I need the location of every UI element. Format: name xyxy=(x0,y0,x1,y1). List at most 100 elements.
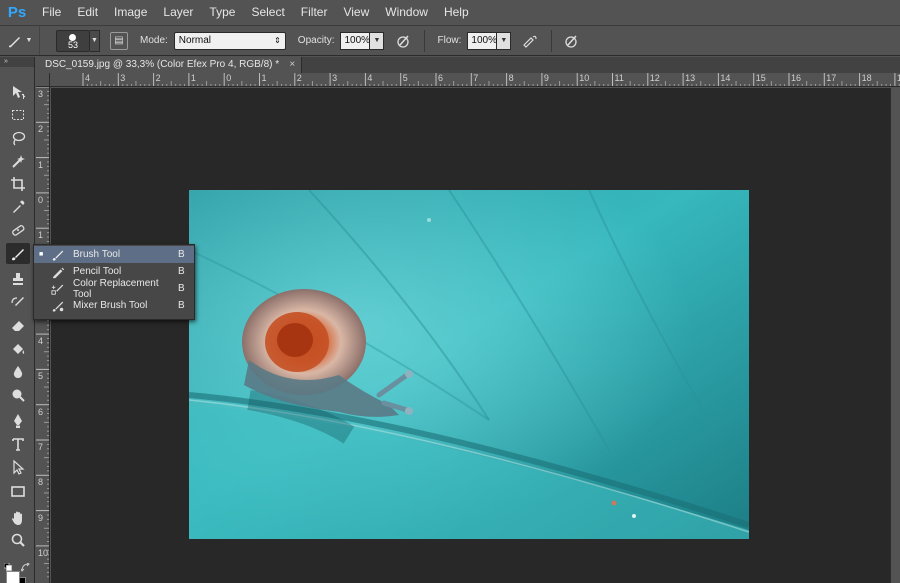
flyout-item-color-replacement-tool[interactable]: Color Replacement Tool B xyxy=(34,278,194,300)
path-selection-icon[interactable] xyxy=(6,456,30,477)
zoom-tool-icon[interactable] xyxy=(6,529,30,550)
flyout-item-brush-tool[interactable]: ■ Brush Tool B xyxy=(34,246,194,263)
ruler-label: 17 xyxy=(826,73,837,83)
healing-brush-icon[interactable] xyxy=(6,219,30,240)
type-tool-icon[interactable] xyxy=(6,433,30,454)
paint-bucket-icon[interactable] xyxy=(6,338,30,359)
flow-field[interactable]: 100% xyxy=(467,31,498,50)
menu-select[interactable]: Select xyxy=(243,0,292,25)
vertical-ruler[interactable]: 321012345678910 xyxy=(36,87,50,583)
default-colors-icon[interactable] xyxy=(4,563,12,571)
ruler-origin[interactable] xyxy=(36,73,50,87)
ruler-label: 1 xyxy=(190,73,196,83)
dodge-tool-icon[interactable] xyxy=(6,384,30,405)
airbrush-icon[interactable] xyxy=(521,32,539,50)
blur-tool-icon[interactable] xyxy=(6,361,30,382)
flyout-label: Brush Tool xyxy=(73,249,121,260)
menu-help[interactable]: Help xyxy=(436,0,477,25)
magic-wand-icon[interactable] xyxy=(6,150,30,171)
flyout-shortcut: B xyxy=(178,249,185,260)
hand-tool-icon[interactable] xyxy=(6,507,30,528)
flyout-label: Mixer Brush Tool xyxy=(73,300,148,311)
ruler-label: 3 xyxy=(120,73,126,83)
menu-view[interactable]: View xyxy=(335,0,377,25)
flyout-shortcut: B xyxy=(178,300,185,311)
ruler-label: 12 xyxy=(649,73,660,83)
opacity-label: Opacity: xyxy=(297,35,335,46)
mode-value: Normal xyxy=(178,35,212,46)
lasso-tool-icon[interactable] xyxy=(6,127,30,148)
tool-preset-picker[interactable]: ▼ xyxy=(0,26,40,55)
ruler-label: 1 xyxy=(261,73,267,83)
ruler-label: 14 xyxy=(720,73,731,83)
ruler-label: 0 xyxy=(226,73,232,83)
history-brush-icon[interactable] xyxy=(6,291,30,312)
pencil-icon xyxy=(49,265,67,279)
swap-colors-icon[interactable] xyxy=(21,563,30,572)
ruler-label: 16 xyxy=(791,73,802,83)
eyedropper-icon[interactable] xyxy=(6,196,30,217)
menu-filter[interactable]: Filter xyxy=(293,0,336,25)
updown-arrow-icon: ⇕ xyxy=(274,36,281,45)
pressure-opacity-icon[interactable] xyxy=(394,32,412,50)
brush-tool-flyout: ■ Brush Tool B Pencil Tool B Color Repla… xyxy=(33,244,195,320)
mode-label: Mode: xyxy=(140,35,168,46)
menu-layer[interactable]: Layer xyxy=(155,0,201,25)
ruler-label: 10 xyxy=(579,73,590,83)
menu-image[interactable]: Image xyxy=(106,0,155,25)
brush-icon xyxy=(49,248,67,262)
menu-window[interactable]: Window xyxy=(377,0,436,25)
ruler-label: 8 xyxy=(38,477,44,488)
ruler-label: 1 xyxy=(38,230,44,241)
brush-icon xyxy=(8,36,20,47)
brush-tool-icon[interactable] xyxy=(6,243,30,264)
opacity-slider-toggle[interactable]: ▼ xyxy=(370,31,385,50)
horizontal-ruler[interactable]: 4321012345678910111213141516171819202122 xyxy=(50,73,900,87)
clone-stamp-icon[interactable] xyxy=(6,268,30,289)
ruler-label: 8 xyxy=(508,73,514,83)
pressure-size-icon[interactable] xyxy=(562,32,580,50)
ruler-label: 2 xyxy=(38,124,44,135)
flyout-item-mixer-brush-tool[interactable]: Mixer Brush Tool B xyxy=(34,297,194,314)
photoshop-logo: Ps xyxy=(7,4,27,21)
ruler-label: 3 xyxy=(332,73,338,83)
document-image[interactable] xyxy=(189,190,749,539)
separator xyxy=(424,29,426,52)
mixer-brush-icon xyxy=(49,299,67,313)
ruler-label: 13 xyxy=(685,73,696,83)
toggle-brush-panel-icon[interactable]: ▤ xyxy=(110,31,128,50)
move-tool-icon[interactable] xyxy=(6,81,30,102)
rectangle-tool-icon[interactable] xyxy=(6,480,30,501)
marquee-tool-icon[interactable] xyxy=(6,104,30,125)
flyout-shortcut: B xyxy=(178,283,185,294)
ruler-label: 1 xyxy=(38,159,44,170)
pen-tool-icon[interactable] xyxy=(6,410,30,431)
flyout-shortcut: B xyxy=(178,266,185,277)
menu-file[interactable]: File xyxy=(34,0,69,25)
brush-tip-icon xyxy=(69,33,76,41)
ruler-label: 3 xyxy=(38,89,44,99)
flow-slider-toggle[interactable]: ▼ xyxy=(497,31,512,50)
separator xyxy=(551,29,553,52)
crop-tool-icon[interactable] xyxy=(6,173,30,194)
brush-preset-picker[interactable]: 53 xyxy=(56,29,90,52)
opacity-field[interactable]: 100% xyxy=(340,31,371,50)
close-icon[interactable]: × xyxy=(289,57,295,73)
foreground-color-swatch[interactable] xyxy=(6,571,20,583)
document-title: DSC_0159.jpg @ 33,3% (Color Efex Pro 4, … xyxy=(45,59,280,70)
color-swatches[interactable] xyxy=(4,563,34,583)
canvas-area[interactable] xyxy=(51,88,890,583)
brush-preset-dropdown[interactable]: ▼ xyxy=(90,29,100,52)
mode-select[interactable]: Normal ⇕ xyxy=(173,31,286,50)
eraser-icon[interactable] xyxy=(6,314,30,335)
menu-edit[interactable]: Edit xyxy=(69,0,106,25)
ruler-label: 5 xyxy=(38,371,44,382)
document-tab[interactable]: DSC_0159.jpg @ 33,3% (Color Efex Pro 4, … xyxy=(36,57,303,73)
collapse-toolbar-icon[interactable]: » xyxy=(0,57,34,67)
menu-type[interactable]: Type xyxy=(201,0,243,25)
ruler-label: 7 xyxy=(38,442,44,452)
tools-panel: » xyxy=(0,57,35,583)
ruler-label: 5 xyxy=(402,73,408,83)
menu-bar: Ps File Edit Image Layer Type Select Fil… xyxy=(0,0,900,25)
ruler-label: 7 xyxy=(473,73,479,83)
